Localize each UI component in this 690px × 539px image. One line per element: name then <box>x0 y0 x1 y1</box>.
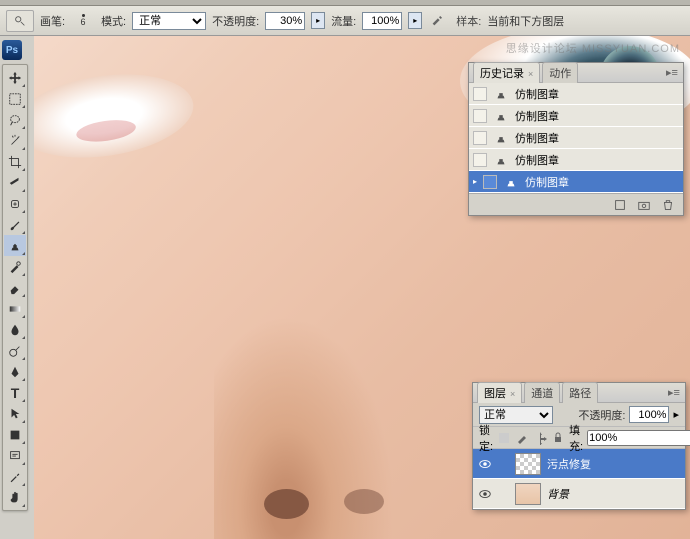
layer-thumbnail <box>515 453 541 475</box>
opacity-label: 不透明度: <box>212 13 259 29</box>
opacity-arrow[interactable]: ▸ <box>311 12 325 29</box>
lock-all-icon[interactable] <box>551 431 565 445</box>
lasso-tool[interactable] <box>4 109 26 130</box>
layer-opacity-input[interactable] <box>629 406 669 423</box>
dodge-tool[interactable] <box>4 340 26 361</box>
lock-pixels-icon[interactable] <box>515 431 529 445</box>
blur-tool[interactable] <box>4 319 26 340</box>
tool-preset-picker[interactable] <box>6 10 34 32</box>
crop-tool[interactable] <box>4 151 26 172</box>
watermark: 思缘设计论坛 MISSYUAN.COM <box>506 40 680 56</box>
stamp-icon <box>493 152 509 168</box>
flow-arrow[interactable]: ▸ <box>408 12 422 29</box>
history-item[interactable]: 仿制图章 <box>469 83 683 105</box>
history-item[interactable]: 仿制图章 <box>469 127 683 149</box>
healing-tool[interactable] <box>4 193 26 214</box>
lock-label: 锁定: <box>479 422 493 454</box>
eyedropper-tool[interactable] <box>4 466 26 487</box>
options-bar: 画笔: 6 模式: 正常 不透明度: ▸ 流量: ▸ 样本: 当前和下方图层 <box>0 6 690 36</box>
layer-opacity-arrow[interactable]: ▸ <box>673 408 679 421</box>
stamp-icon <box>493 108 509 124</box>
wand-tool[interactable] <box>4 130 26 151</box>
ps-logo-icon: Ps <box>2 40 22 60</box>
gradient-tool[interactable] <box>4 298 26 319</box>
stamp-icon <box>493 86 509 102</box>
notes-tool[interactable] <box>4 445 26 466</box>
history-item[interactable]: ▸仿制图章 <box>469 171 683 193</box>
slice-tool[interactable] <box>4 172 26 193</box>
fill-label: 填充: <box>569 422 583 454</box>
visibility-icon[interactable] <box>477 456 493 472</box>
flow-input[interactable] <box>362 12 402 30</box>
history-panel: 历史记录× 动作 ▸≡ 仿制图章 仿制图章 仿制图章 仿制图章 ▸仿制图章 <box>468 62 684 216</box>
stamp-icon <box>493 130 509 146</box>
hand-tool[interactable] <box>4 487 26 508</box>
marquee-tool[interactable] <box>4 88 26 109</box>
tab-layers[interactable]: 图层× <box>477 382 522 403</box>
layer-name: 背景 <box>547 486 569 502</box>
blend-mode-select[interactable]: 正常 <box>132 12 206 30</box>
layer-name: 污点修复 <box>547 456 591 472</box>
history-brush-tool[interactable] <box>4 256 26 277</box>
lock-transparent-icon[interactable] <box>497 431 511 445</box>
opacity-input[interactable] <box>265 12 305 30</box>
new-doc-from-state-icon[interactable] <box>611 197 629 213</box>
layer-opacity-label: 不透明度: <box>578 407 625 423</box>
move-tool[interactable] <box>4 67 26 88</box>
airbrush-icon[interactable] <box>428 12 446 30</box>
brush-label: 画笔: <box>40 13 65 29</box>
layers-panel: 图层× 通道 路径 ▸≡ 正常 不透明度: ▸ 锁定: 填充: ▸ 污点修复 背… <box>472 382 686 510</box>
type-tool[interactable]: T <box>4 382 26 403</box>
path-select-tool[interactable] <box>4 403 26 424</box>
fill-input[interactable] <box>587 430 690 446</box>
visibility-icon[interactable] <box>477 486 493 502</box>
brush-preview[interactable]: 6 <box>71 9 95 33</box>
tab-channels[interactable]: 通道 <box>524 382 560 403</box>
history-item[interactable]: 仿制图章 <box>469 149 683 171</box>
tab-paths[interactable]: 路径 <box>562 382 598 403</box>
mode-label: 模式: <box>101 13 126 29</box>
tools-panel: T <box>2 64 28 511</box>
history-item[interactable]: 仿制图章 <box>469 105 683 127</box>
stamp-icon <box>503 174 519 190</box>
panel-menu-icon[interactable]: ▸≡ <box>667 386 681 400</box>
shape-tool[interactable] <box>4 424 26 445</box>
snapshot-icon[interactable] <box>635 197 653 213</box>
sample-value: 当前和下方图层 <box>487 13 564 29</box>
tab-actions[interactable]: 动作 <box>542 62 578 83</box>
layer-thumbnail <box>515 483 541 505</box>
brush-tool[interactable] <box>4 214 26 235</box>
panel-menu-icon[interactable]: ▸≡ <box>665 66 679 80</box>
pen-tool[interactable] <box>4 361 26 382</box>
layer-item[interactable]: 背景 <box>473 479 685 509</box>
layer-item[interactable]: 污点修复 <box>473 449 685 479</box>
flow-label: 流量: <box>331 13 356 29</box>
clone-stamp-tool[interactable] <box>4 235 26 256</box>
tab-history[interactable]: 历史记录× <box>473 62 540 83</box>
eraser-tool[interactable] <box>4 277 26 298</box>
sample-label: 样本: <box>456 13 481 29</box>
lock-position-icon[interactable] <box>533 431 547 445</box>
trash-icon[interactable] <box>659 197 677 213</box>
